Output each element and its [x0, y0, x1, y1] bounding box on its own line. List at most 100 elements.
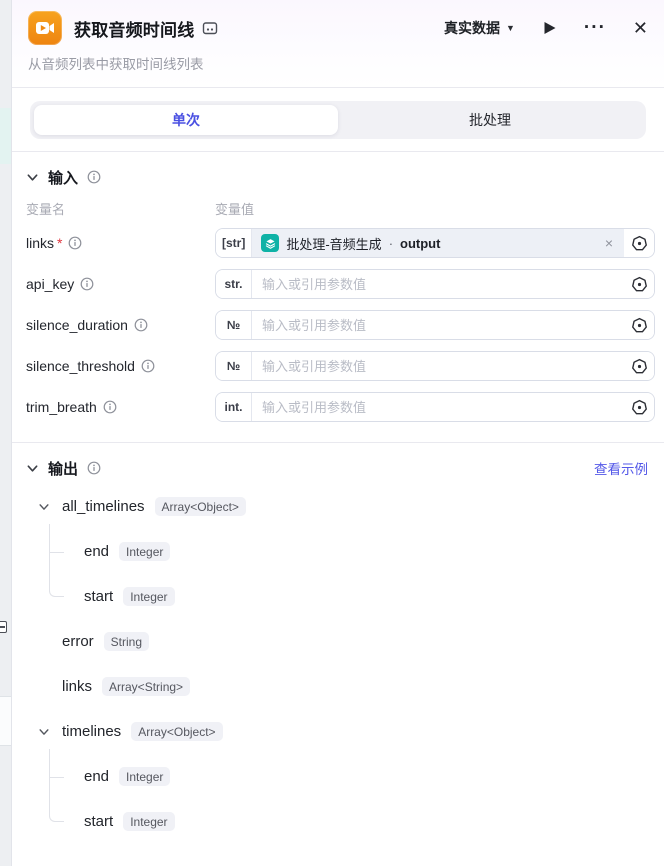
info-icon[interactable] — [68, 236, 82, 250]
info-icon[interactable] — [87, 461, 101, 475]
param-row-silence-duration: silence_duration № — [26, 310, 655, 340]
field-name: links — [62, 678, 92, 695]
data-mode-select[interactable]: 真实数据 ▼ — [444, 18, 515, 38]
run-button[interactable] — [542, 20, 557, 36]
note-icon[interactable] — [202, 20, 218, 36]
reference-separator: · — [389, 236, 393, 251]
column-variable-value: 变量值 — [215, 199, 655, 217]
tree-children: end Integer start Integer — [26, 754, 648, 844]
type-badge: № — [216, 352, 252, 380]
tree-row-end: end Integer — [26, 529, 648, 574]
column-variable-name: 变量名 — [26, 199, 215, 217]
param-value-input[interactable] — [252, 270, 624, 298]
info-icon[interactable] — [134, 318, 148, 332]
output-tree: all_timelines Array<Object> end Integer … — [26, 484, 648, 844]
data-mode-label: 真实数据 — [444, 18, 500, 38]
type-pill: Integer — [119, 542, 170, 561]
value-field-api-key: str. — [215, 269, 655, 299]
value-field-trim-breath: int. — [215, 392, 655, 422]
param-value-input[interactable] — [252, 393, 624, 421]
node-subtitle: 从音频列表中获取时间线列表 — [28, 53, 648, 73]
info-icon[interactable] — [141, 359, 155, 373]
canvas-node-icon — [0, 621, 7, 633]
param-name: trim_breath — [26, 399, 97, 415]
reference-chip[interactable]: 批处理-音频生成 · output × — [252, 229, 624, 257]
panel: 获取音频时间线 真实数据 ▼ — [11, 0, 664, 866]
reference-node-name: 批处理-音频生成 — [286, 234, 381, 253]
tree-row-links: links Array<String> — [26, 664, 648, 709]
type-pill: String — [104, 632, 149, 651]
param-row-silence-threshold: silence_threshold № — [26, 351, 655, 381]
canvas-artifact — [0, 108, 11, 164]
reference-field-name: output — [400, 236, 440, 251]
canvas-artifact — [0, 696, 11, 746]
run-mode-tabs: 单次 批处理 — [12, 88, 664, 152]
info-icon[interactable] — [87, 170, 101, 184]
view-example-link[interactable]: 查看示例 — [594, 458, 648, 478]
param-name: silence_threshold — [26, 358, 135, 374]
type-pill: Integer — [123, 587, 174, 606]
type-pill: Integer — [123, 812, 174, 831]
type-badge: int. — [216, 393, 252, 421]
input-section-title: 输入 — [48, 167, 78, 188]
tree-chevron[interactable] — [38, 726, 50, 738]
field-name: error — [62, 633, 94, 650]
close-button[interactable]: ✕ — [633, 18, 648, 39]
param-name: silence_duration — [26, 317, 128, 333]
tree-row-end: end Integer — [26, 754, 648, 799]
reference-picker-button[interactable] — [624, 229, 654, 257]
tree-row-timelines: timelines Array<Object> — [26, 709, 648, 754]
param-row-links: links* [str] — [26, 228, 655, 258]
output-section: 输出 查看示例 all_timelines Array<Object> — [12, 443, 664, 844]
field-name: end — [84, 768, 109, 785]
tab-single[interactable]: 单次 — [34, 105, 338, 135]
output-collapse-chevron[interactable] — [26, 462, 39, 475]
info-icon[interactable] — [103, 400, 117, 414]
info-icon[interactable] — [80, 277, 94, 291]
value-field-silence-threshold: № — [215, 351, 655, 381]
reference-picker-button[interactable] — [624, 311, 654, 339]
field-name: start — [84, 588, 113, 605]
node-title: 获取音频时间线 — [74, 16, 194, 41]
reference-picker-button[interactable] — [624, 352, 654, 380]
tree-chevron[interactable] — [38, 501, 50, 513]
type-badge: № — [216, 311, 252, 339]
tree-connector — [49, 524, 64, 597]
node-test-panel: 获取音频时间线 真实数据 ▼ — [0, 0, 664, 866]
param-row-trim-breath: trim_breath int. — [26, 392, 655, 422]
reference-picker-button[interactable] — [624, 270, 654, 298]
tree-row-start: start Integer — [26, 799, 648, 844]
type-pill: Array<String> — [102, 677, 190, 696]
value-field-silence-duration: № — [215, 310, 655, 340]
workflow-canvas-strip — [0, 0, 11, 866]
output-section-title: 输出 — [48, 458, 78, 479]
remove-reference-icon[interactable]: × — [603, 235, 615, 251]
value-field-links: [str] 批处理-音频生成 · output × — [215, 228, 655, 258]
video-node-icon — [28, 11, 62, 45]
type-badge: str. — [216, 270, 252, 298]
param-value-input[interactable] — [252, 352, 624, 380]
chevron-down-icon: ▼ — [506, 23, 515, 33]
tree-connector — [49, 749, 64, 822]
field-name: end — [84, 543, 109, 560]
param-name: api_key — [26, 276, 74, 292]
type-pill: Array<Object> — [155, 497, 246, 516]
tree-row-start: start Integer — [26, 574, 648, 619]
param-row-api-key: api_key str. — [26, 269, 655, 299]
input-collapse-chevron[interactable] — [26, 171, 39, 184]
reference-picker-button[interactable] — [624, 393, 654, 421]
field-name: all_timelines — [62, 498, 145, 515]
field-name: start — [84, 813, 113, 830]
tree-connector — [49, 552, 64, 553]
input-section: 输入 变量名 变量值 links* [str] — [12, 152, 664, 443]
required-asterisk: * — [57, 235, 62, 251]
param-value-input[interactable] — [252, 311, 624, 339]
tree-row-error: error String — [26, 619, 648, 664]
tree-connector — [49, 777, 64, 778]
type-pill: Integer — [119, 767, 170, 786]
param-name: links — [26, 235, 54, 251]
tab-batch[interactable]: 批处理 — [338, 105, 642, 135]
field-name: timelines — [62, 723, 121, 740]
more-button[interactable]: ··· — [584, 23, 606, 33]
layers-icon — [261, 234, 279, 252]
